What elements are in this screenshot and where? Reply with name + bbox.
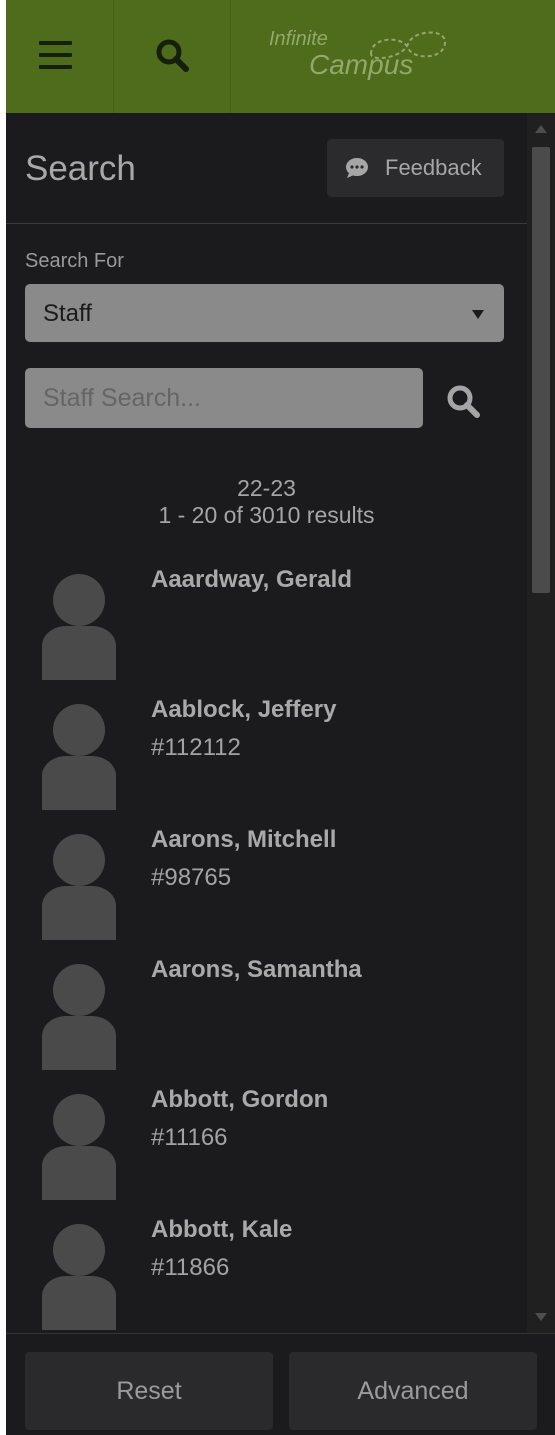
list-item[interactable]: Aarons, Mitchell #98765 (6, 818, 527, 948)
avatar-placeholder-icon (42, 574, 116, 680)
list-item[interactable]: Abbott, Gordon #11166 (6, 1078, 527, 1208)
staff-search-input[interactable] (25, 368, 423, 428)
page-title: Search (25, 149, 136, 188)
search-for-select[interactable]: Staff (25, 284, 504, 342)
search-icon (156, 39, 189, 72)
search-for-value: Staff (43, 300, 92, 327)
result-name: Aarons, Mitchell (151, 826, 337, 853)
results-summary: 1 - 20 of 3010 results (158, 502, 375, 528)
list-item[interactable]: Aaardway, Gerald (6, 558, 527, 688)
chevron-down-icon (472, 310, 484, 319)
reset-button[interactable]: Reset (25, 1352, 273, 1430)
avatar-placeholder-icon (42, 1094, 116, 1200)
list-item[interactable]: Aarons, Samantha (6, 948, 527, 1078)
chat-bubble-icon (346, 158, 368, 178)
scroll-up-arrow-icon[interactable] (535, 125, 547, 133)
search-icon[interactable] (446, 384, 480, 418)
avatar-placeholder-icon (42, 1224, 116, 1330)
feedback-button[interactable]: Feedback (327, 139, 504, 197)
scroll-down-arrow-icon[interactable] (535, 1313, 547, 1321)
scrollbar-thumb[interactable] (532, 147, 550, 593)
feedback-label: Feedback (385, 155, 482, 180)
search-for-label: Search For (25, 250, 124, 272)
vertical-scrollbar[interactable] (527, 113, 555, 1333)
result-id: #11166 (151, 1124, 228, 1151)
infinite-campus-logo: Infinite Campus (231, 0, 555, 113)
menu-button[interactable] (6, 0, 114, 113)
school-year: 22-23 (237, 475, 296, 501)
list-item[interactable]: Abbott, Kale #11866 (6, 1208, 527, 1338)
result-name: Abbott, Kale (151, 1216, 293, 1243)
app-frame: Infinite Campus Search Feedback Search F… (6, 0, 555, 1435)
search-panel: Search Feedback Search For Staff 22-23 1 (6, 113, 527, 1333)
avatar-placeholder-icon (42, 834, 116, 940)
advanced-button[interactable]: Advanced (289, 1352, 537, 1430)
avatar-placeholder-icon (42, 964, 116, 1070)
bottom-bar: Reset Advanced (6, 1333, 555, 1435)
result-name: Aablock, Jeffery (151, 696, 337, 723)
list-item[interactable]: Aablock, Jeffery #112112 (6, 688, 527, 818)
divider (6, 223, 527, 224)
result-name: Aaardway, Gerald (151, 566, 352, 593)
result-name: Aarons, Samantha (151, 956, 362, 983)
results-info: 22-23 1 - 20 of 3010 results (6, 475, 527, 529)
avatar-placeholder-icon (42, 704, 116, 810)
results-list: Aaardway, Gerald Aablock, Jeffery #11211… (6, 558, 527, 1338)
top-bar: Infinite Campus (6, 0, 555, 113)
top-search-button[interactable] (114, 0, 231, 113)
hamburger-icon (39, 41, 72, 69)
logo-swirl-icon (369, 31, 447, 60)
result-name: Abbott, Gordon (151, 1086, 329, 1113)
result-id: #112112 (151, 734, 241, 761)
result-id: #98765 (151, 864, 232, 891)
result-id: #11866 (151, 1254, 230, 1281)
